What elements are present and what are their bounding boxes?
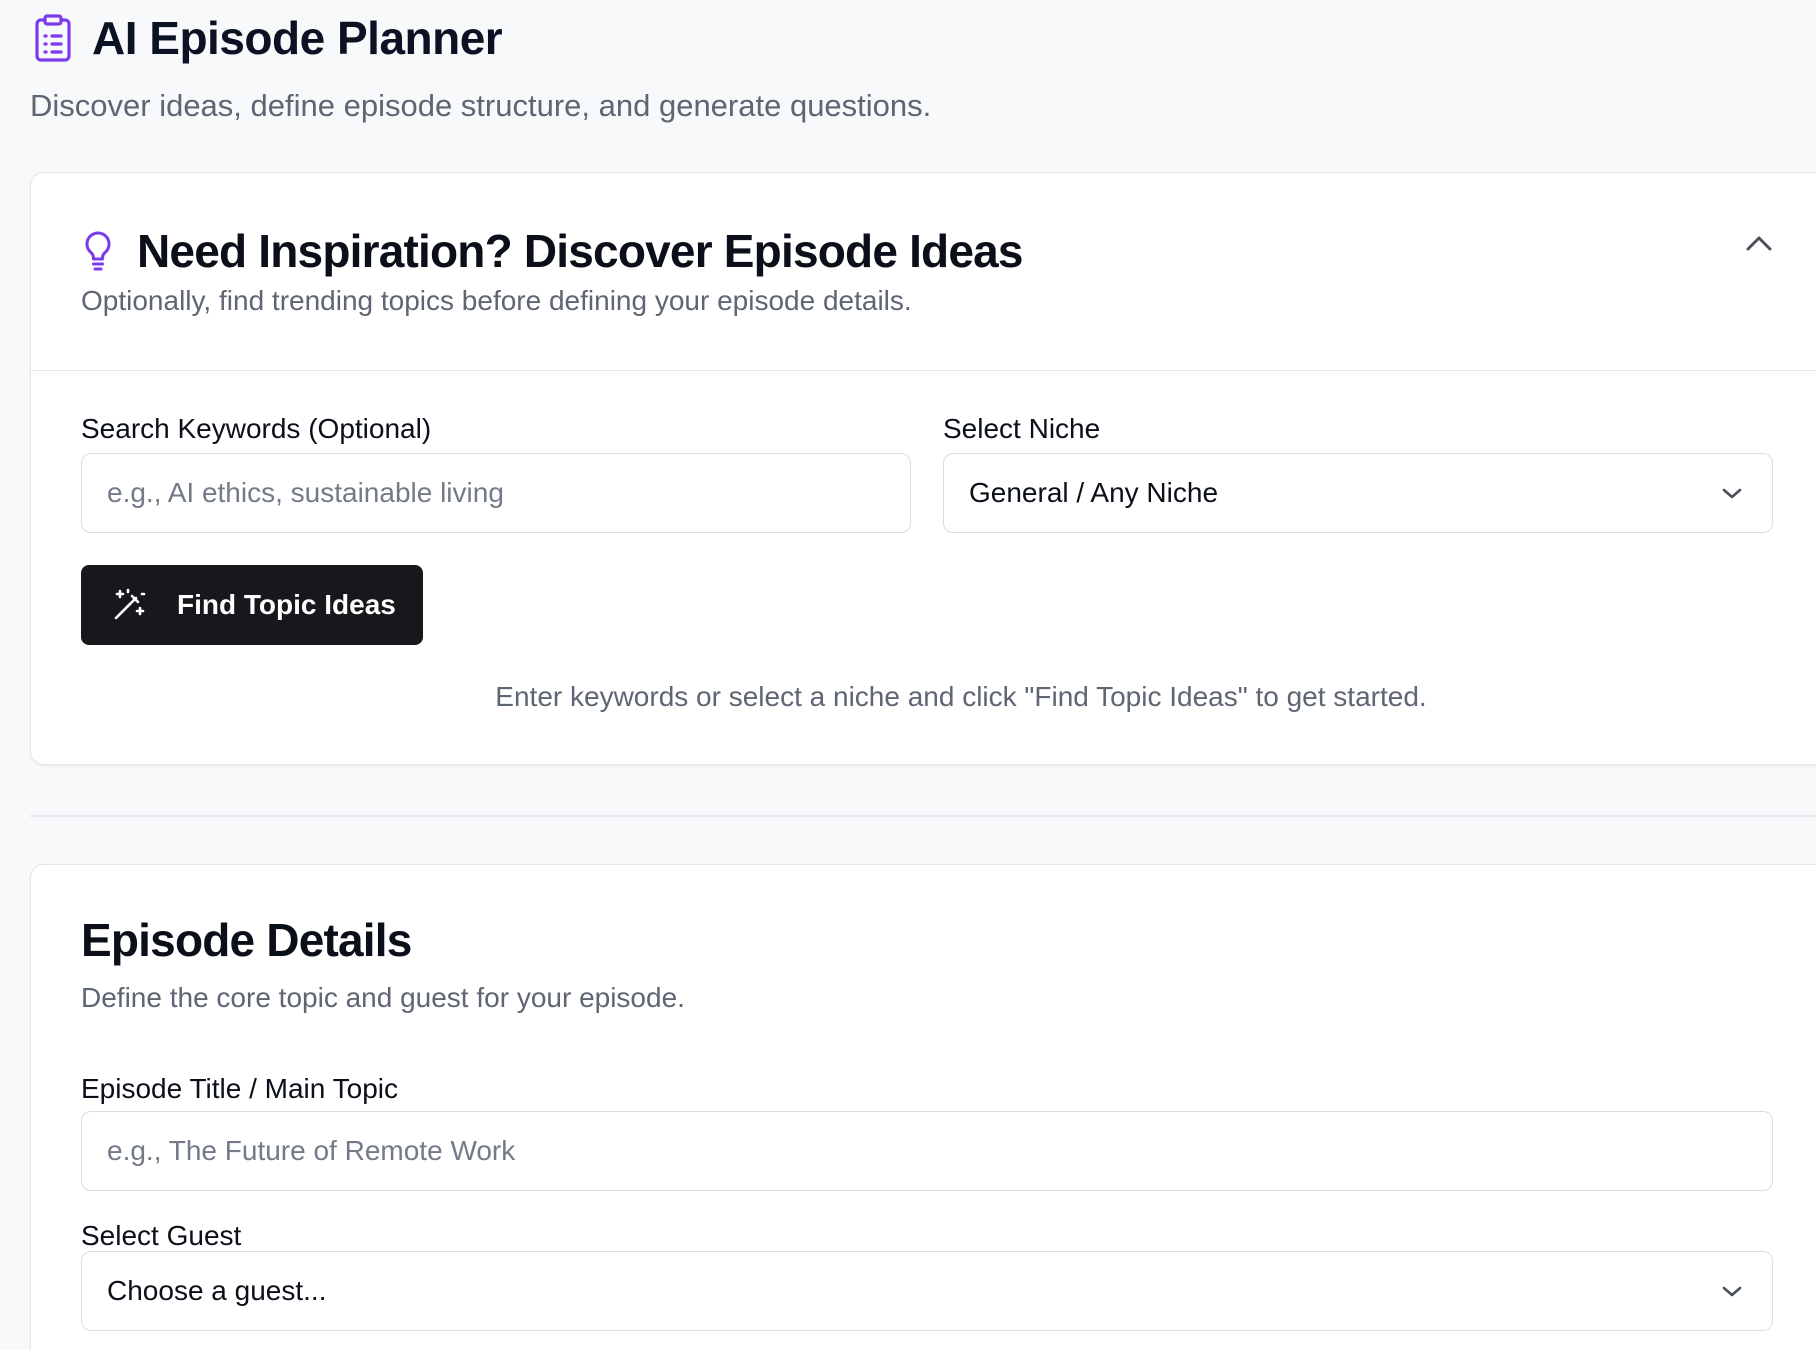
guest-select[interactable]: Choose a guest... (81, 1251, 1773, 1331)
episode-details-card: Episode Details Define the core topic an… (30, 864, 1816, 1350)
find-topic-ideas-label: Find Topic Ideas (177, 589, 396, 620)
episode-title-label: Episode Title / Main Topic (81, 1073, 398, 1104)
collapse-inspiration-button[interactable] (1737, 223, 1781, 267)
title-row: AI Episode Planner (30, 10, 1790, 66)
inspiration-hint: Enter keywords or select a niche and cli… (495, 681, 1427, 712)
chevron-up-icon (1745, 234, 1773, 257)
episode-details-subtitle: Define the core topic and guest for your… (81, 982, 685, 1013)
niche-label: Select Niche (943, 413, 1101, 444)
chevron-down-icon (1717, 478, 1747, 508)
page-subtitle: Discover ideas, define episode structure… (30, 88, 932, 123)
guest-selected-value: Choose a guest... (107, 1275, 327, 1306)
chevron-down-icon (1717, 1276, 1747, 1306)
keywords-input[interactable] (81, 453, 911, 533)
clipboard-list-icon (30, 12, 76, 64)
episode-details-title: Episode Details (81, 914, 412, 966)
inspiration-card-header: Need Inspiration? Discover Episode Ideas… (31, 173, 1816, 371)
inspiration-title: Need Inspiration? Discover Episode Ideas (137, 225, 1024, 277)
niche-selected-value: General / Any Niche (969, 477, 1219, 508)
find-topic-ideas-button[interactable]: Find Topic Ideas (81, 565, 423, 645)
inspiration-title-row: Need Inspiration? Discover Episode Ideas (81, 221, 1024, 281)
keywords-label: Search Keywords (Optional) (81, 413, 432, 444)
lightbulb-icon (81, 229, 115, 273)
magic-wand-icon (111, 587, 147, 623)
page-header: AI Episode Planner Discover ideas, defin… (30, 10, 1790, 124)
page-title: AI Episode Planner (92, 12, 503, 64)
guest-label: Select Guest (81, 1220, 242, 1251)
section-divider (30, 815, 1816, 817)
niche-select[interactable]: General / Any Niche (943, 453, 1773, 533)
inspiration-card: Need Inspiration? Discover Episode Ideas… (30, 172, 1816, 765)
inspiration-subtitle: Optionally, find trending topics before … (81, 285, 912, 316)
episode-title-input[interactable] (81, 1111, 1773, 1191)
